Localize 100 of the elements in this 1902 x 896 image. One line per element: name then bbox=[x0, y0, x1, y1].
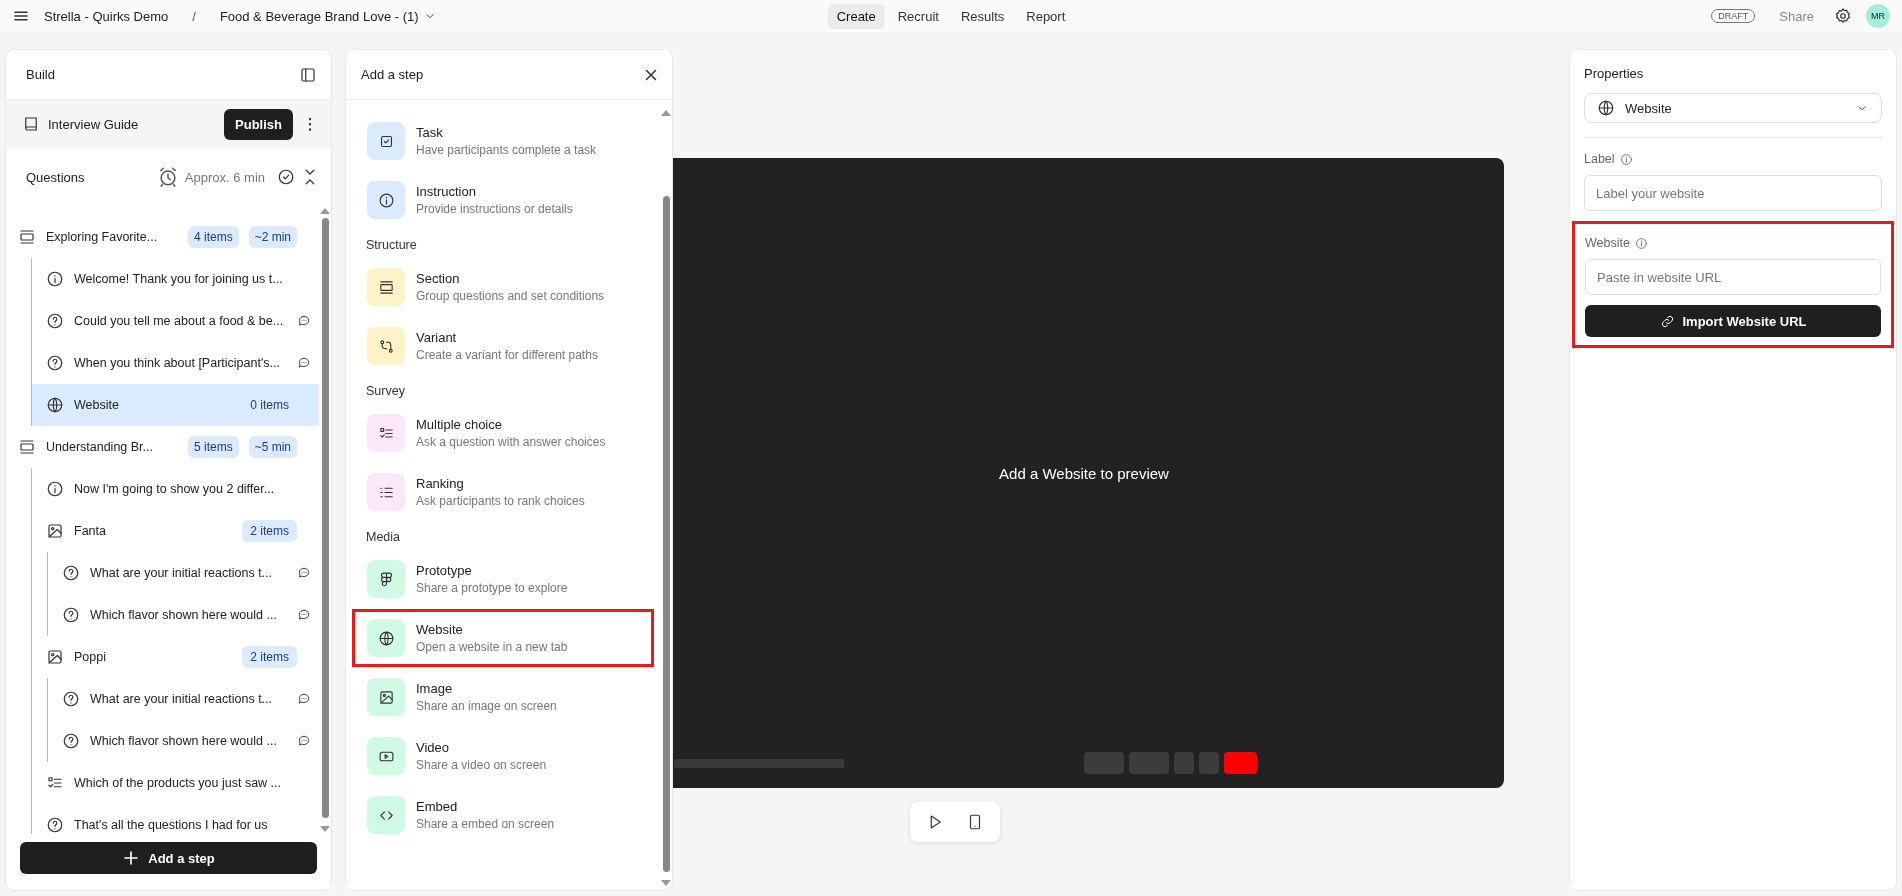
row-text: Exploring Favorite... bbox=[46, 230, 159, 244]
question-row[interactable]: Which flavor shown here would ... bbox=[48, 720, 319, 762]
option-description: Share an image on screen bbox=[416, 699, 557, 713]
step-option[interactable]: Task Have participants complete a task bbox=[352, 112, 654, 170]
nav-tab[interactable]: Results bbox=[951, 3, 1014, 29]
section-icon bbox=[18, 438, 36, 456]
add-step-button[interactable]: Add a step bbox=[20, 842, 317, 874]
question-row[interactable]: Welcome! Thank you for joining us t... bbox=[32, 258, 319, 300]
option-title: Instruction bbox=[416, 184, 477, 199]
question-row[interactable]: Website 0 items bbox=[32, 384, 319, 426]
type-select[interactable]: Website bbox=[1584, 93, 1882, 123]
step-option[interactable]: Ranking Ask participants to rank choices bbox=[352, 463, 654, 521]
import-button[interactable]: Import Website URL bbox=[1585, 305, 1881, 337]
avatar[interactable]: MR bbox=[1866, 4, 1890, 28]
step-option[interactable]: Prototype Share a prototype to explore bbox=[352, 550, 654, 608]
share-button[interactable]: Share bbox=[1773, 7, 1820, 25]
section-row[interactable]: Understanding Br... 5 items ~5 min bbox=[6, 426, 319, 468]
step-option[interactable]: Embed Share a embed on screen bbox=[352, 786, 654, 844]
question-icon bbox=[46, 816, 64, 834]
question-icon bbox=[62, 606, 80, 624]
option-title: Section bbox=[416, 271, 461, 286]
row-text: Welcome! Thank you for joining us t... bbox=[74, 272, 284, 286]
row-text: What are your initial reactions t... bbox=[90, 566, 274, 580]
chat-bubble-icon[interactable] bbox=[297, 734, 311, 748]
question-icon bbox=[62, 564, 80, 582]
option-description: Provide instructions or details bbox=[416, 202, 573, 216]
globe-icon bbox=[377, 629, 395, 647]
check-circle-icon[interactable] bbox=[277, 168, 295, 186]
info-icon bbox=[1634, 236, 1648, 250]
duration-text: Approx. 6 min bbox=[184, 169, 265, 185]
nav-tab[interactable]: Report bbox=[1017, 3, 1075, 29]
row-text: Which flavor shown here would ... bbox=[90, 734, 278, 748]
question-row[interactable]: Which flavor shown here would ... bbox=[48, 594, 319, 636]
step-option[interactable]: Image Share an image on screen bbox=[352, 668, 654, 726]
option-title: Prototype bbox=[416, 563, 473, 578]
chat-bubble-icon[interactable] bbox=[297, 692, 311, 706]
sidebar-toggle-icon[interactable] bbox=[299, 65, 317, 84]
count-badge: 2 items bbox=[242, 520, 297, 542]
panel-title: Build bbox=[26, 67, 55, 82]
plus-icon bbox=[122, 849, 141, 867]
question-row[interactable]: When you think about [Participant's... bbox=[32, 342, 319, 384]
step-option[interactable]: Website Open a website in a new tab bbox=[352, 609, 654, 667]
row-text: Which flavor shown here would ... bbox=[90, 608, 278, 622]
row-text: Could you tell me about a food & be... bbox=[74, 314, 285, 328]
step-option[interactable]: Instruction Provide instructions or details bbox=[352, 171, 654, 229]
row-text: When you think about [Participant's... bbox=[74, 356, 281, 370]
row-text: Now I'm going to show you 2 differ... bbox=[74, 482, 276, 496]
option-title: Task bbox=[416, 125, 444, 140]
row-text: What are your initial reactions t... bbox=[90, 692, 274, 706]
group-heading: Media bbox=[365, 529, 402, 546]
field-label: Website bbox=[1585, 236, 1630, 250]
project-name[interactable]: Strella - Quirks Demo bbox=[44, 8, 169, 24]
step-option[interactable]: Video Share a video on screen bbox=[352, 727, 654, 785]
option-description: Share a prototype to explore bbox=[416, 581, 568, 595]
option-description: Share a video on screen bbox=[416, 758, 547, 772]
info-icon bbox=[46, 480, 64, 498]
step-option[interactable]: Variant Create a variant for different paths bbox=[352, 317, 654, 375]
question-row[interactable]: Which of the products you just saw ... bbox=[32, 762, 319, 804]
branch-icon bbox=[377, 337, 395, 355]
option-description: Group questions and set conditions bbox=[416, 289, 605, 303]
section-row[interactable]: Exploring Favorite... 4 items ~2 min bbox=[6, 216, 319, 258]
chat-bubble-icon[interactable] bbox=[297, 356, 311, 370]
option-description: Ask a question with answer choices bbox=[416, 435, 606, 449]
book-icon bbox=[22, 115, 40, 133]
question-row[interactable]: What are your initial reactions t... bbox=[48, 552, 319, 594]
settings-icon[interactable] bbox=[1834, 7, 1852, 25]
chat-bubble-icon[interactable] bbox=[297, 566, 311, 580]
step-option[interactable]: Section Group questions and set conditions bbox=[352, 258, 654, 316]
chat-bubble-icon[interactable] bbox=[297, 314, 311, 328]
info-icon bbox=[46, 270, 64, 288]
question-row[interactable]: What are your initial reactions t... bbox=[48, 678, 319, 720]
preview-message: Add a Website to preview bbox=[999, 464, 1169, 482]
chat-bubble-icon[interactable] bbox=[297, 608, 311, 622]
section-heading: Questions bbox=[26, 169, 86, 185]
question-row[interactable]: Poppi 2 items bbox=[32, 636, 319, 678]
label-input[interactable]: Label your website bbox=[1584, 175, 1882, 211]
count-badge: ~2 min bbox=[248, 226, 297, 248]
url-input[interactable]: Paste in website URL bbox=[1585, 259, 1881, 295]
option-title: Ranking bbox=[416, 476, 465, 491]
question-row[interactable]: That's all the questions I had for us bbox=[32, 804, 319, 834]
question-row[interactable]: Fanta 2 items bbox=[32, 510, 319, 552]
option-title: Variant bbox=[416, 330, 458, 345]
publish-button[interactable]: Publish bbox=[224, 108, 293, 140]
question-row[interactable]: Could you tell me about a food & be... bbox=[32, 300, 319, 342]
section-icon bbox=[377, 278, 395, 296]
nav-tab[interactable]: Create bbox=[827, 3, 885, 29]
nav-tab[interactable]: Recruit bbox=[888, 3, 948, 29]
group-heading: Structure bbox=[365, 237, 418, 254]
panel-title: Add a step bbox=[361, 67, 424, 82]
step-option[interactable]: Multiple choice Ask a question with answer choices bbox=[352, 404, 654, 462]
row-text: That's all the questions I had for us bbox=[74, 818, 269, 832]
section-icon bbox=[18, 228, 36, 246]
globe-icon bbox=[1597, 99, 1615, 117]
option-title: Multiple choice bbox=[416, 417, 503, 432]
option-title: Embed bbox=[416, 799, 459, 814]
study-dropdown[interactable]: Food & Beverage Brand Love - (1) bbox=[219, 8, 437, 24]
question-row[interactable]: Now I'm going to show you 2 differ... bbox=[32, 468, 319, 510]
option-description: Create a variant for different paths bbox=[416, 348, 598, 362]
breadcrumb-separator: / bbox=[192, 8, 196, 24]
count-badge: 2 items bbox=[242, 646, 297, 668]
